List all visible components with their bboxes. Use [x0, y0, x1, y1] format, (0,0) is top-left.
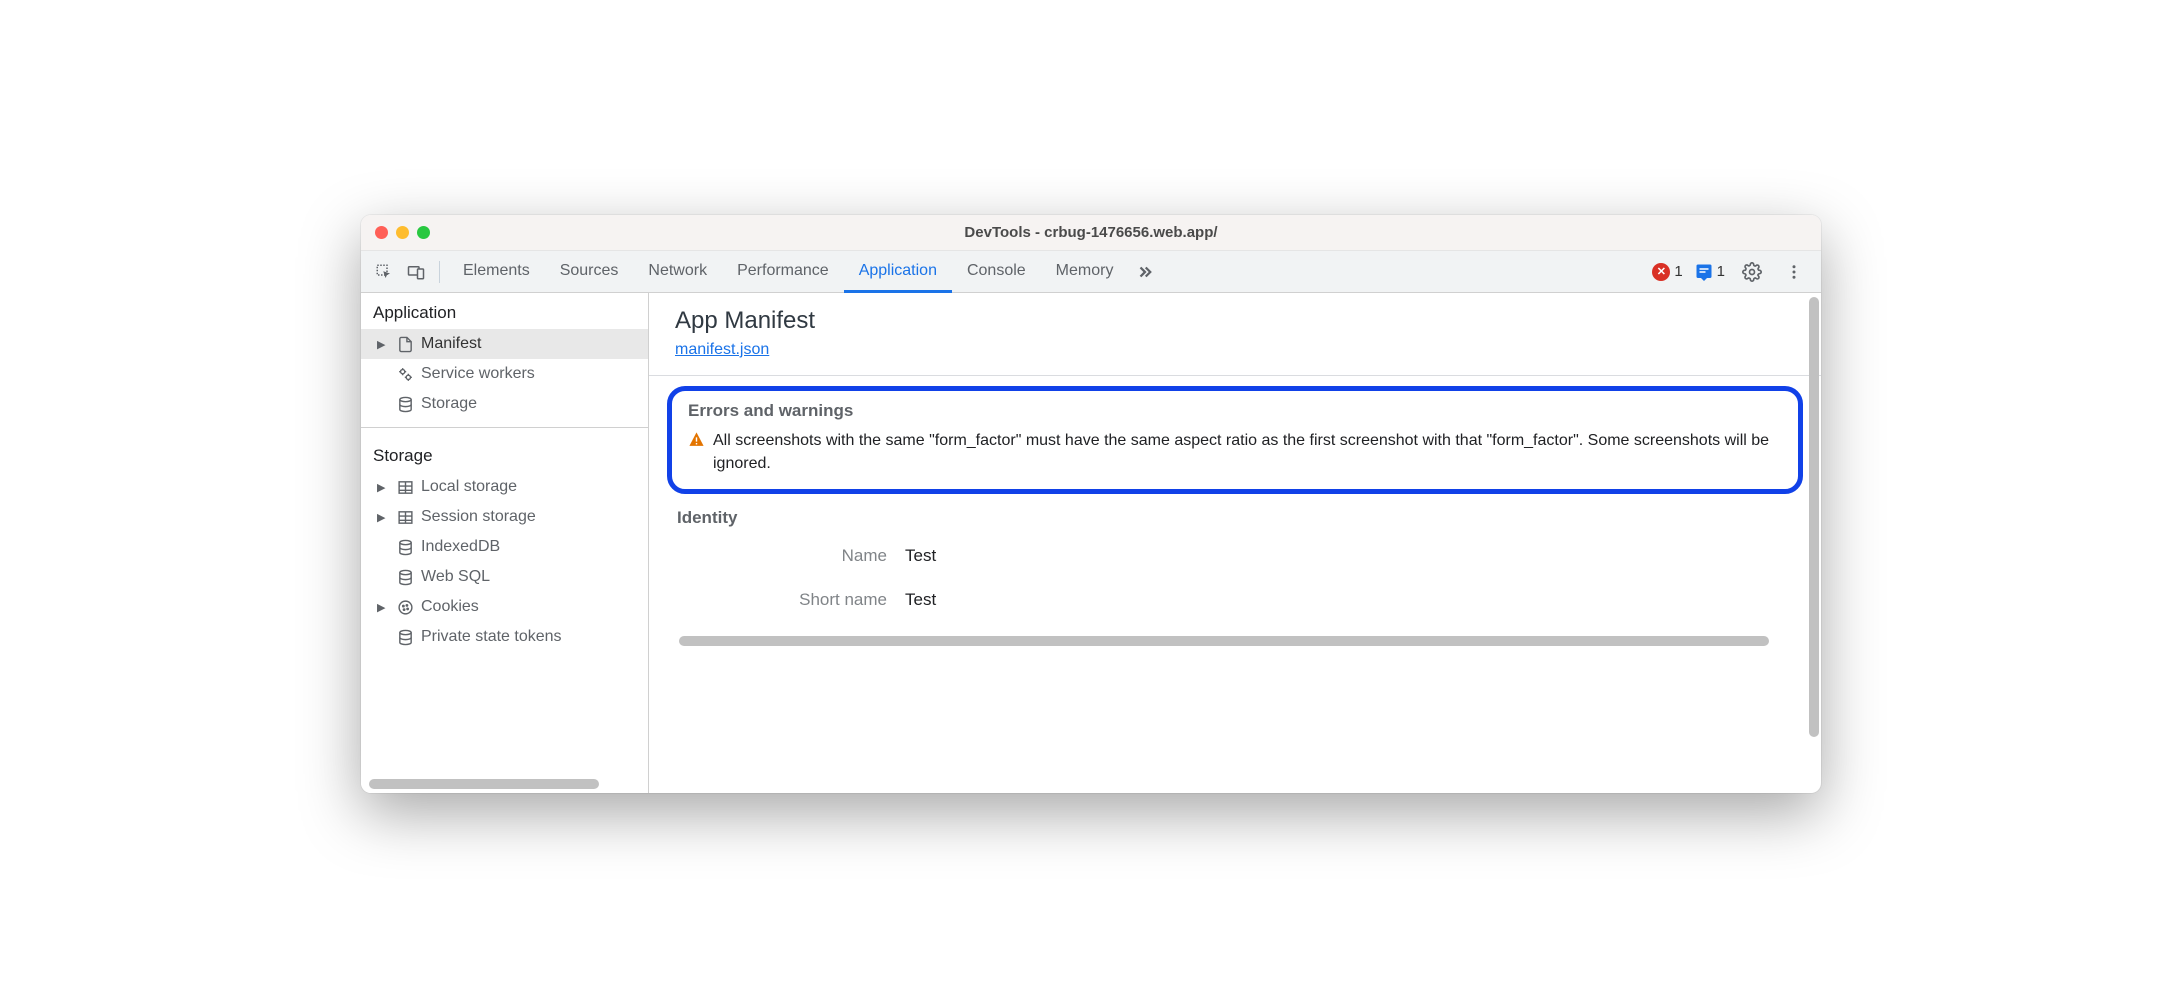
- device-toolbar-button[interactable]: [401, 257, 431, 287]
- identity-shortname-value: Test: [905, 590, 936, 610]
- sidebar-item-label: Cookies: [421, 598, 479, 616]
- manifest-link[interactable]: manifest.json: [675, 341, 769, 359]
- inspect-element-button[interactable]: [369, 257, 399, 287]
- tab-sources[interactable]: Sources: [545, 251, 634, 293]
- sidebar-item-session-storage[interactable]: ▶ Session storage: [361, 502, 648, 532]
- identity-section-title: Identity: [677, 508, 1795, 528]
- panel-tabs: Elements Sources Network Performance App…: [448, 251, 1650, 292]
- tab-application[interactable]: Application: [844, 251, 952, 293]
- panel-body: Application ▶ Manifest Service workers S…: [361, 293, 1821, 793]
- devtools-window: DevTools - crbug-1476656.web.app/ Elemen…: [361, 215, 1821, 793]
- expander-icon: ▶: [377, 511, 389, 524]
- devtools-toolbar: Elements Sources Network Performance App…: [361, 251, 1821, 293]
- settings-button[interactable]: [1737, 257, 1767, 287]
- gear-icon: [1742, 262, 1762, 282]
- issue-icon: [1695, 263, 1713, 281]
- sidebar-item-label: Session storage: [421, 508, 536, 526]
- window-title: DevTools - crbug-1476656.web.app/: [361, 224, 1821, 241]
- cookie-icon: [395, 597, 415, 617]
- expander-icon: ▶: [377, 481, 389, 494]
- sidebar-item-cookies[interactable]: ▶ Cookies: [361, 592, 648, 622]
- issue-count: 1: [1717, 263, 1725, 280]
- warning-row: All screenshots with the same "form_fact…: [688, 429, 1782, 475]
- page-title: App Manifest: [675, 307, 1795, 335]
- table-icon: [395, 477, 415, 497]
- manifest-panel: App Manifest manifest.json Errors and wa…: [649, 293, 1821, 793]
- tab-memory[interactable]: Memory: [1041, 251, 1129, 293]
- warning-message: All screenshots with the same "form_fact…: [713, 429, 1782, 475]
- errors-badge[interactable]: ✕ 1: [1652, 263, 1682, 281]
- tab-console[interactable]: Console: [952, 251, 1041, 293]
- errors-warnings-title: Errors and warnings: [688, 401, 1782, 421]
- toolbar-divider: [439, 261, 440, 283]
- sidebar-item-local-storage[interactable]: ▶ Local storage: [361, 472, 648, 502]
- database-icon: [395, 627, 415, 647]
- expander-icon: ▶: [377, 601, 389, 614]
- sidebar-item-label: Manifest: [421, 335, 481, 353]
- sidebar-item-indexeddb[interactable]: IndexedDB: [361, 532, 648, 562]
- tab-elements[interactable]: Elements: [448, 251, 545, 293]
- warning-icon: [688, 431, 705, 475]
- section-divider: [649, 375, 1821, 376]
- tab-network[interactable]: Network: [633, 251, 722, 293]
- sidebar-item-web-sql[interactable]: Web SQL: [361, 562, 648, 592]
- sidebar-item-service-workers[interactable]: Service workers: [361, 359, 648, 389]
- expander-icon: ▶: [377, 338, 389, 351]
- main-horizontal-scrollbar[interactable]: [679, 634, 1791, 648]
- error-count: 1: [1674, 263, 1682, 280]
- more-options-button[interactable]: [1779, 257, 1809, 287]
- sidebar-divider: [361, 427, 648, 428]
- more-tabs-button[interactable]: [1128, 251, 1162, 292]
- sidebar-horizontal-scrollbar[interactable]: [369, 777, 640, 791]
- identity-shortname-label: Short name: [675, 590, 905, 610]
- errors-warnings-section: Errors and warnings All screenshots with…: [667, 386, 1803, 494]
- error-icon: ✕: [1652, 263, 1670, 281]
- database-icon: [395, 537, 415, 557]
- sidebar-section-application: Application: [361, 293, 648, 329]
- chevron-double-right-icon: [1136, 263, 1154, 281]
- issues-badge[interactable]: 1: [1695, 263, 1725, 281]
- sidebar-section-storage: Storage: [361, 436, 648, 472]
- sidebar-item-private-state-tokens[interactable]: Private state tokens: [361, 622, 648, 652]
- application-sidebar: Application ▶ Manifest Service workers S…: [361, 293, 649, 793]
- identity-name-label: Name: [675, 546, 905, 566]
- identity-name-row: Name Test: [675, 546, 1795, 566]
- main-vertical-scrollbar[interactable]: [1807, 293, 1821, 793]
- tab-performance[interactable]: Performance: [722, 251, 844, 293]
- sidebar-item-label: Web SQL: [421, 568, 490, 586]
- gears-icon: [395, 364, 415, 384]
- sidebar-item-label: IndexedDB: [421, 538, 500, 556]
- database-icon: [395, 567, 415, 587]
- sidebar-item-label: Service workers: [421, 365, 535, 383]
- sidebar-item-storage[interactable]: Storage: [361, 389, 648, 419]
- database-icon: [395, 394, 415, 414]
- kebab-icon: [1785, 263, 1803, 281]
- devices-icon: [407, 263, 425, 281]
- identity-name-value: Test: [905, 546, 936, 566]
- window-titlebar: DevTools - crbug-1476656.web.app/: [361, 215, 1821, 251]
- sidebar-item-label: Local storage: [421, 478, 517, 496]
- sidebar-item-label: Private state tokens: [421, 628, 562, 646]
- file-icon: [395, 334, 415, 354]
- identity-shortname-row: Short name Test: [675, 590, 1795, 610]
- table-icon: [395, 507, 415, 527]
- sidebar-item-label: Storage: [421, 395, 477, 413]
- sidebar-item-manifest[interactable]: ▶ Manifest: [361, 329, 648, 359]
- inspect-icon: [375, 263, 393, 281]
- toolbar-status: ✕ 1 1: [1652, 257, 1813, 287]
